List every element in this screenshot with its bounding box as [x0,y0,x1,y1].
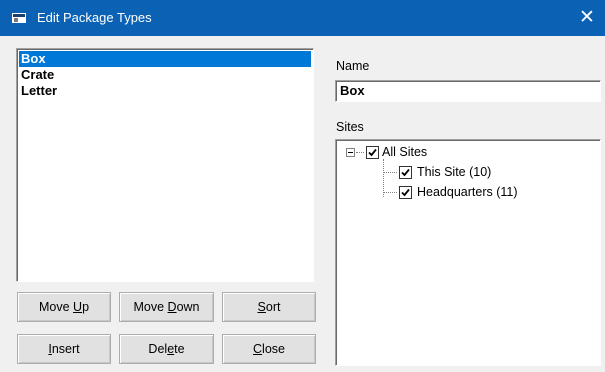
list-item[interactable]: Letter [19,83,311,99]
delete-button[interactable]: Delete [119,334,214,364]
close-button[interactable]: Close [222,334,316,364]
sites-tree[interactable]: All Sites This Site (10) Headquarters (1… [335,139,601,366]
check-icon [401,168,410,177]
tree-connector [356,152,364,153]
name-label: Name [336,59,370,73]
app-icon [12,13,26,23]
move-up-button[interactable]: Move Up [17,292,111,322]
tree-connector [383,172,397,173]
edit-package-types-dialog: Edit Package Types ✕ Box Crate Letter Mo… [0,0,605,372]
list-item[interactable]: Box [19,51,311,67]
list-item[interactable]: Crate [19,67,311,83]
title-bar: Edit Package Types ✕ [0,0,605,36]
collapse-expander-icon[interactable] [346,148,355,157]
headquarters-checkbox[interactable] [399,186,412,199]
all-sites-checkbox[interactable] [366,146,379,159]
package-type-list[interactable]: Box Crate Letter [16,48,314,282]
tree-node-headquarters[interactable]: Headquarters (11) [417,183,518,201]
sort-button[interactable]: Sort [222,292,316,322]
tree-connector [383,192,397,193]
close-window-icon[interactable]: ✕ [575,6,599,30]
insert-button[interactable]: Insert [17,334,111,364]
sites-label: Sites [336,120,364,134]
tree-node-this-site[interactable]: This Site (10) [417,163,491,181]
window-title: Edit Package Types [37,10,152,25]
tree-node-all-sites[interactable]: All Sites [382,143,427,161]
move-down-button[interactable]: Move Down [119,292,214,322]
check-icon [368,148,377,157]
this-site-checkbox[interactable] [399,166,412,179]
check-icon [401,188,410,197]
name-field[interactable]: Box [335,80,601,102]
